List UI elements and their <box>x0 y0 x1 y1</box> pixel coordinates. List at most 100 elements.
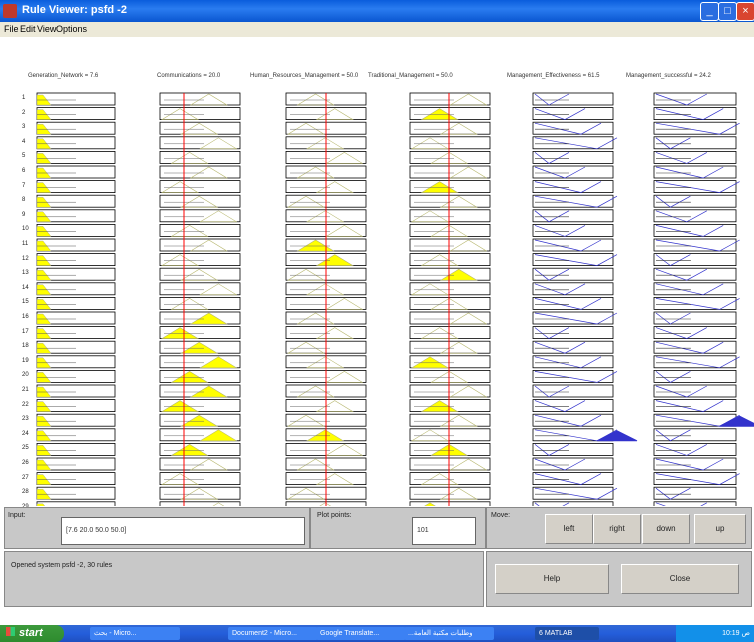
input-field[interactable]: [7.6 20.0 50.0 50.0] <box>61 517 305 545</box>
rule-cell <box>409 413 491 427</box>
rule-cell <box>653 267 737 281</box>
rule-cell <box>653 384 737 398</box>
close-button[interactable]: Close <box>621 564 739 594</box>
rule-cell <box>532 165 614 179</box>
rule-cell <box>532 282 614 296</box>
menu-view[interactable]: View <box>37 24 56 34</box>
taskbar-item-browser[interactable]: Google Translate... <box>316 627 406 640</box>
windows-logo-icon <box>6 627 15 636</box>
taskbar-item-word-1[interactable]: بحث - Micro... <box>90 627 180 640</box>
rule-cell <box>653 253 737 267</box>
move-right-button[interactable]: right <box>593 514 641 544</box>
move-label: Move: <box>491 512 511 519</box>
rule-cell <box>653 326 737 340</box>
rule-cell <box>532 399 614 413</box>
rule-cell <box>409 92 491 106</box>
system-tray: 10:19 ص <box>676 625 754 642</box>
taskbar-item-matlab[interactable]: 6 MATLAB <box>535 627 599 640</box>
plot-points-panel: Plot points: 101 <box>310 507 486 549</box>
help-button[interactable]: Help <box>495 564 609 594</box>
move-left-button[interactable]: left <box>545 514 593 544</box>
taskbar: start بحث - Micro... Document2 - Micro..… <box>0 625 754 642</box>
rule-cell <box>159 92 241 106</box>
input-label: Input: <box>8 512 26 519</box>
rule-cell <box>409 326 491 340</box>
rule-cell <box>653 296 737 310</box>
membership-function-plots[interactable] <box>0 37 754 506</box>
rule-cell <box>653 442 737 456</box>
rule-cell <box>653 151 737 164</box>
rule-cell <box>409 165 491 179</box>
matlab-icon <box>3 4 17 18</box>
rule-cell <box>653 136 737 150</box>
rule-cell <box>409 194 491 208</box>
rule-cell <box>409 486 491 500</box>
rule-cell <box>532 151 614 164</box>
rule-cell <box>409 457 491 471</box>
move-down-button[interactable]: down <box>642 514 690 544</box>
move-up-button[interactable]: up <box>694 514 746 544</box>
rule-cell <box>532 326 614 340</box>
rule-cell <box>653 355 737 369</box>
close-window-button[interactable]: × <box>736 2 754 21</box>
rule-cell <box>532 267 614 281</box>
maximize-button[interactable]: □ <box>718 2 737 21</box>
rule-cell <box>653 369 737 383</box>
plot-points-field[interactable]: 101 <box>412 517 476 545</box>
window-title: Rule Viewer: psfd -2 <box>22 4 127 16</box>
rule-cell <box>159 296 241 310</box>
rule-cell <box>653 311 737 325</box>
menu-file[interactable]: File <box>4 24 19 34</box>
rule-cell <box>36 501 116 506</box>
rule-cell <box>532 311 614 325</box>
menu-options[interactable]: Options <box>56 24 87 34</box>
rule-cell <box>653 180 737 194</box>
rule-cell <box>653 209 737 223</box>
rule-cell <box>159 457 241 471</box>
move-panel: Move: left right down up <box>486 507 752 549</box>
rule-cell <box>409 238 491 252</box>
taskbar-item-word-2[interactable]: Document2 - Micro... <box>228 627 318 640</box>
rule-cell <box>653 194 737 208</box>
taskbar-item-library[interactable]: ...وطلبات مكتبة العامة <box>404 627 494 640</box>
rule-cell <box>532 457 614 471</box>
rule-cell <box>532 223 614 237</box>
rule-cell <box>653 472 737 486</box>
clock: 10:19 ص <box>722 630 750 637</box>
help-close-panel: Help Close <box>486 551 752 607</box>
menu-edit[interactable]: Edit <box>20 24 36 34</box>
rule-cell <box>409 472 491 486</box>
rule-cell <box>653 486 737 500</box>
menu-bar: File Edit View Options <box>0 22 754 37</box>
rule-cell <box>409 121 491 135</box>
rule-cell <box>532 92 614 106</box>
title-bar: Rule Viewer: psfd -2 _ □ × <box>0 0 754 22</box>
rule-cell <box>159 136 241 150</box>
status-text: Opened system psfd -2, 30 rules <box>11 562 113 569</box>
rule-cell <box>532 209 614 223</box>
rule-cell <box>409 340 491 354</box>
rule-cell <box>532 253 614 267</box>
rule-cell <box>653 92 737 106</box>
rule-cell <box>159 223 241 237</box>
rule-cell <box>532 501 614 506</box>
rule-cell <box>159 501 241 506</box>
rule-cell <box>532 442 614 456</box>
plot-points-label: Plot points: <box>317 512 352 519</box>
rule-cell <box>653 238 737 252</box>
minimize-button[interactable]: _ <box>700 2 719 21</box>
rule-cell <box>159 151 241 164</box>
rule-cell <box>532 384 614 398</box>
start-label: start <box>19 627 43 639</box>
status-panel: Opened system psfd -2, 30 rules <box>4 551 484 607</box>
rule-cell <box>159 238 241 252</box>
rule-cell <box>532 136 614 150</box>
rule-cell <box>532 369 614 383</box>
rule-cell <box>532 107 614 120</box>
rule-cell <box>159 209 241 223</box>
rule-cell <box>409 501 491 506</box>
rule-cell <box>159 165 241 179</box>
rule-cell <box>159 282 241 296</box>
start-button[interactable]: start <box>0 625 64 642</box>
rule-cell <box>532 486 614 500</box>
